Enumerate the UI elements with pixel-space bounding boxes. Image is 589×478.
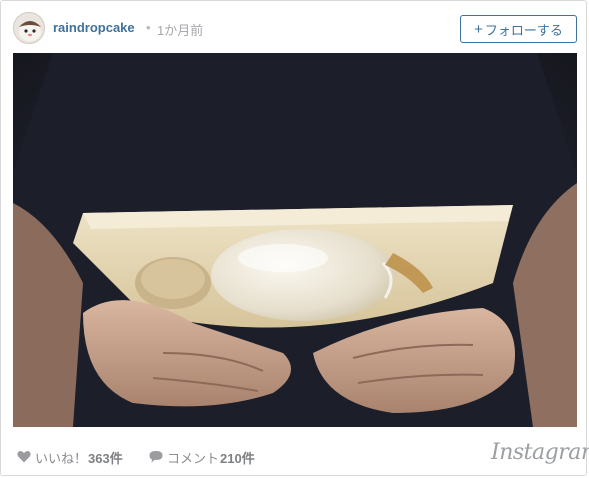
avatar-image bbox=[14, 13, 44, 43]
speech-bubble-icon bbox=[149, 450, 163, 466]
likes-link[interactable]: いいね！ 363件 bbox=[17, 448, 123, 467]
comments-link[interactable]: コメント 210件 bbox=[149, 448, 255, 467]
post-photo[interactable] bbox=[13, 53, 577, 427]
separator-dot: • bbox=[146, 20, 151, 35]
avatar[interactable] bbox=[13, 12, 45, 44]
follow-button[interactable]: + フォローする bbox=[460, 15, 577, 43]
comments-label: コメント bbox=[167, 451, 220, 466]
instagram-logo[interactable]: Instagram bbox=[491, 440, 589, 465]
username-link[interactable]: raindropcake bbox=[53, 20, 135, 35]
plus-icon: + bbox=[474, 20, 483, 38]
heart-icon bbox=[17, 450, 31, 466]
follow-label: フォローする bbox=[484, 22, 563, 38]
post-footer: いいね！ 363件 コメント 210件 Instagram bbox=[1, 427, 589, 477]
likes-count: 363件 bbox=[88, 451, 123, 466]
raindrop-cake-photo bbox=[13, 53, 577, 427]
likes-label: いいね！ bbox=[35, 451, 88, 466]
post-timestamp[interactable]: 1か月前 bbox=[157, 20, 203, 39]
comments-count: 210件 bbox=[220, 451, 255, 466]
post-header: raindropcake • 1か月前 + フォローする bbox=[1, 1, 586, 53]
instagram-embed-card: raindropcake • 1か月前 + フォローする いいね！ 363件 コ… bbox=[0, 0, 589, 477]
